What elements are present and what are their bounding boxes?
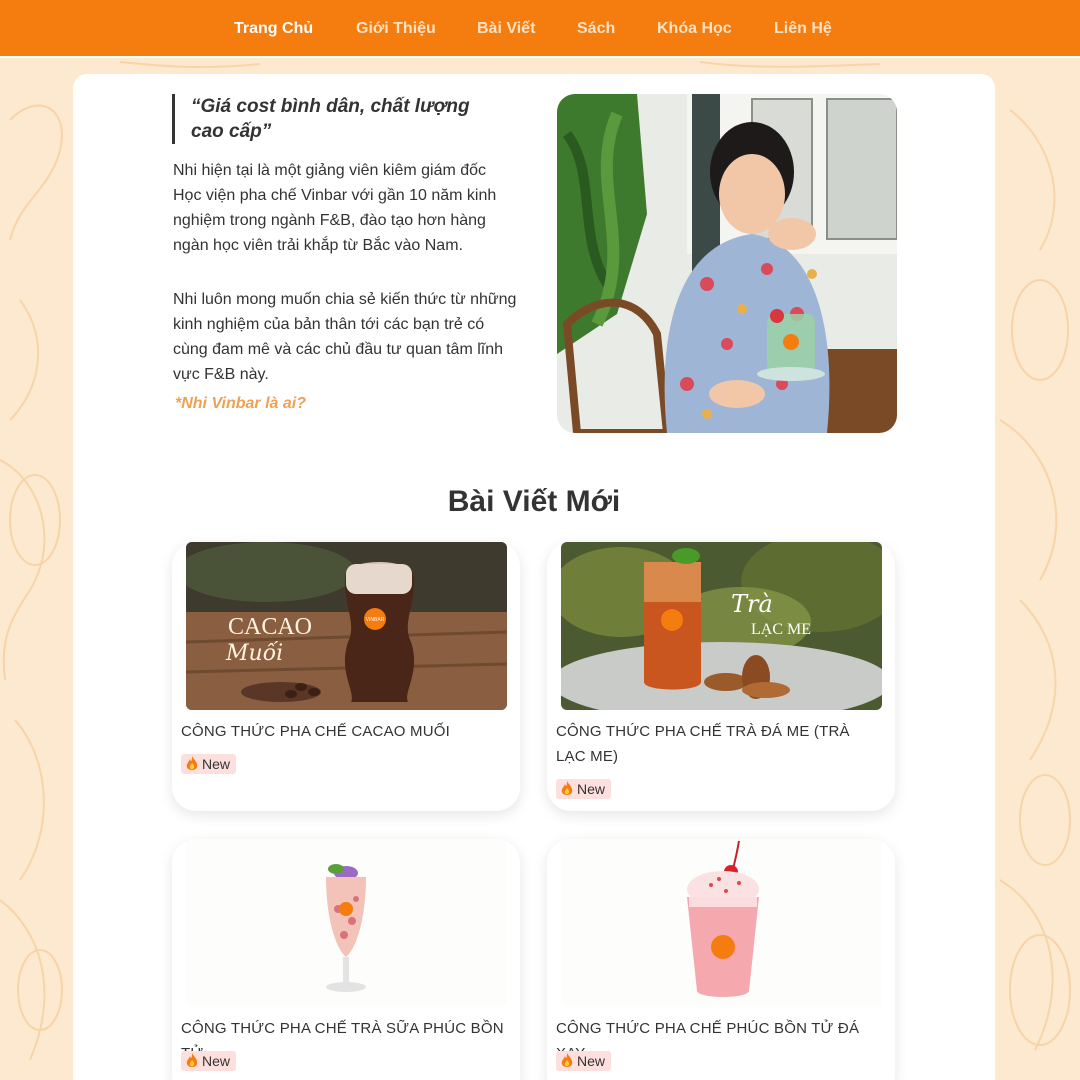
post-card-tra-da-me[interactable]: Trà LẠC ME CÔNG THỨC PHA CHẾ TRÀ ĐÁ ME (… xyxy=(547,542,895,811)
muoi-image-subtitle: Muối xyxy=(225,640,283,666)
post-title[interactable]: CÔNG THỨC PHA CHẾ CACAO MUỐI xyxy=(181,719,506,744)
intro-quote: “Giá cost bình dân, chất lượng cao cấp” xyxy=(172,94,502,144)
nav-item-courses[interactable]: Khóa Học xyxy=(657,19,732,39)
post-thumbnail-cacao-muoi: VINBAR CACAO Muối xyxy=(186,542,507,710)
about-nhi-link[interactable]: *Nhi Vinbar là ai? xyxy=(175,393,306,415)
post-title[interactable]: CÔNG THỨC PHA CHẾ TRÀ ĐÁ ME (TRÀ LẠC ME) xyxy=(556,719,881,769)
post-thumbnail-tra-sua-phuc-bon-tu xyxy=(186,839,507,1007)
nav-item-home[interactable]: Trang Chủ xyxy=(234,19,313,39)
badge-label: New xyxy=(202,1053,231,1069)
fire-icon xyxy=(561,1053,573,1067)
cacao-image-title: CACAO xyxy=(228,614,312,640)
fire-icon xyxy=(186,1053,198,1067)
nav-item-posts[interactable]: Bài Viết xyxy=(477,19,535,39)
new-badge: New xyxy=(556,779,612,799)
post-card-tra-sua-phuc-bon-tu[interactable]: CÔNG THỨC PHA CHẾ TRÀ SỮA PHÚC BỒN TỬ Ne… xyxy=(172,839,520,1080)
badge-label: New xyxy=(577,781,606,797)
tra-image-title: Trà xyxy=(731,590,773,618)
top-navigation: Trang Chủ Giới Thiệu Bài Viết Sách Khóa … xyxy=(0,0,1080,58)
post-card-phuc-bon-tu-da-xay[interactable]: CÔNG THỨC PHA CHẾ PHÚC BỒN TỬ ĐÁ XAY New xyxy=(547,839,895,1080)
badge-label: New xyxy=(202,756,231,772)
nav-item-contact[interactable]: Liên Hệ xyxy=(774,19,832,39)
fire-icon xyxy=(561,781,573,795)
badge-label: New xyxy=(577,1053,606,1069)
portrait-photo xyxy=(557,94,897,433)
post-card-cacao-muoi[interactable]: VINBAR CACAO Muối CÔNG THỨC PHA CHẾ CACA… xyxy=(172,542,520,811)
new-badge: New xyxy=(556,1051,612,1071)
post-thumbnail-tra-da-me: Trà LẠC ME xyxy=(561,542,882,710)
fire-icon xyxy=(186,756,198,770)
intro-paragraph-2: Nhi luôn mong muốn chia sẻ kiến thức từ … xyxy=(173,291,517,383)
nav-item-books[interactable]: Sách xyxy=(577,19,615,39)
cup-logo-text: VINBAR xyxy=(366,617,385,623)
new-badge: New xyxy=(181,754,237,774)
intro-paragraph-1: Nhi hiện tại là một giảng viên kiêm giám… xyxy=(173,162,497,254)
new-badge: New xyxy=(181,1051,237,1071)
post-thumbnail-phuc-bon-tu-da-xay xyxy=(561,839,882,1007)
section-title-new-posts: Bài Viết Mới xyxy=(447,485,621,518)
lac-me-image-subtitle: LẠC ME xyxy=(751,621,811,638)
nav-item-about[interactable]: Giới Thiệu xyxy=(356,19,436,39)
